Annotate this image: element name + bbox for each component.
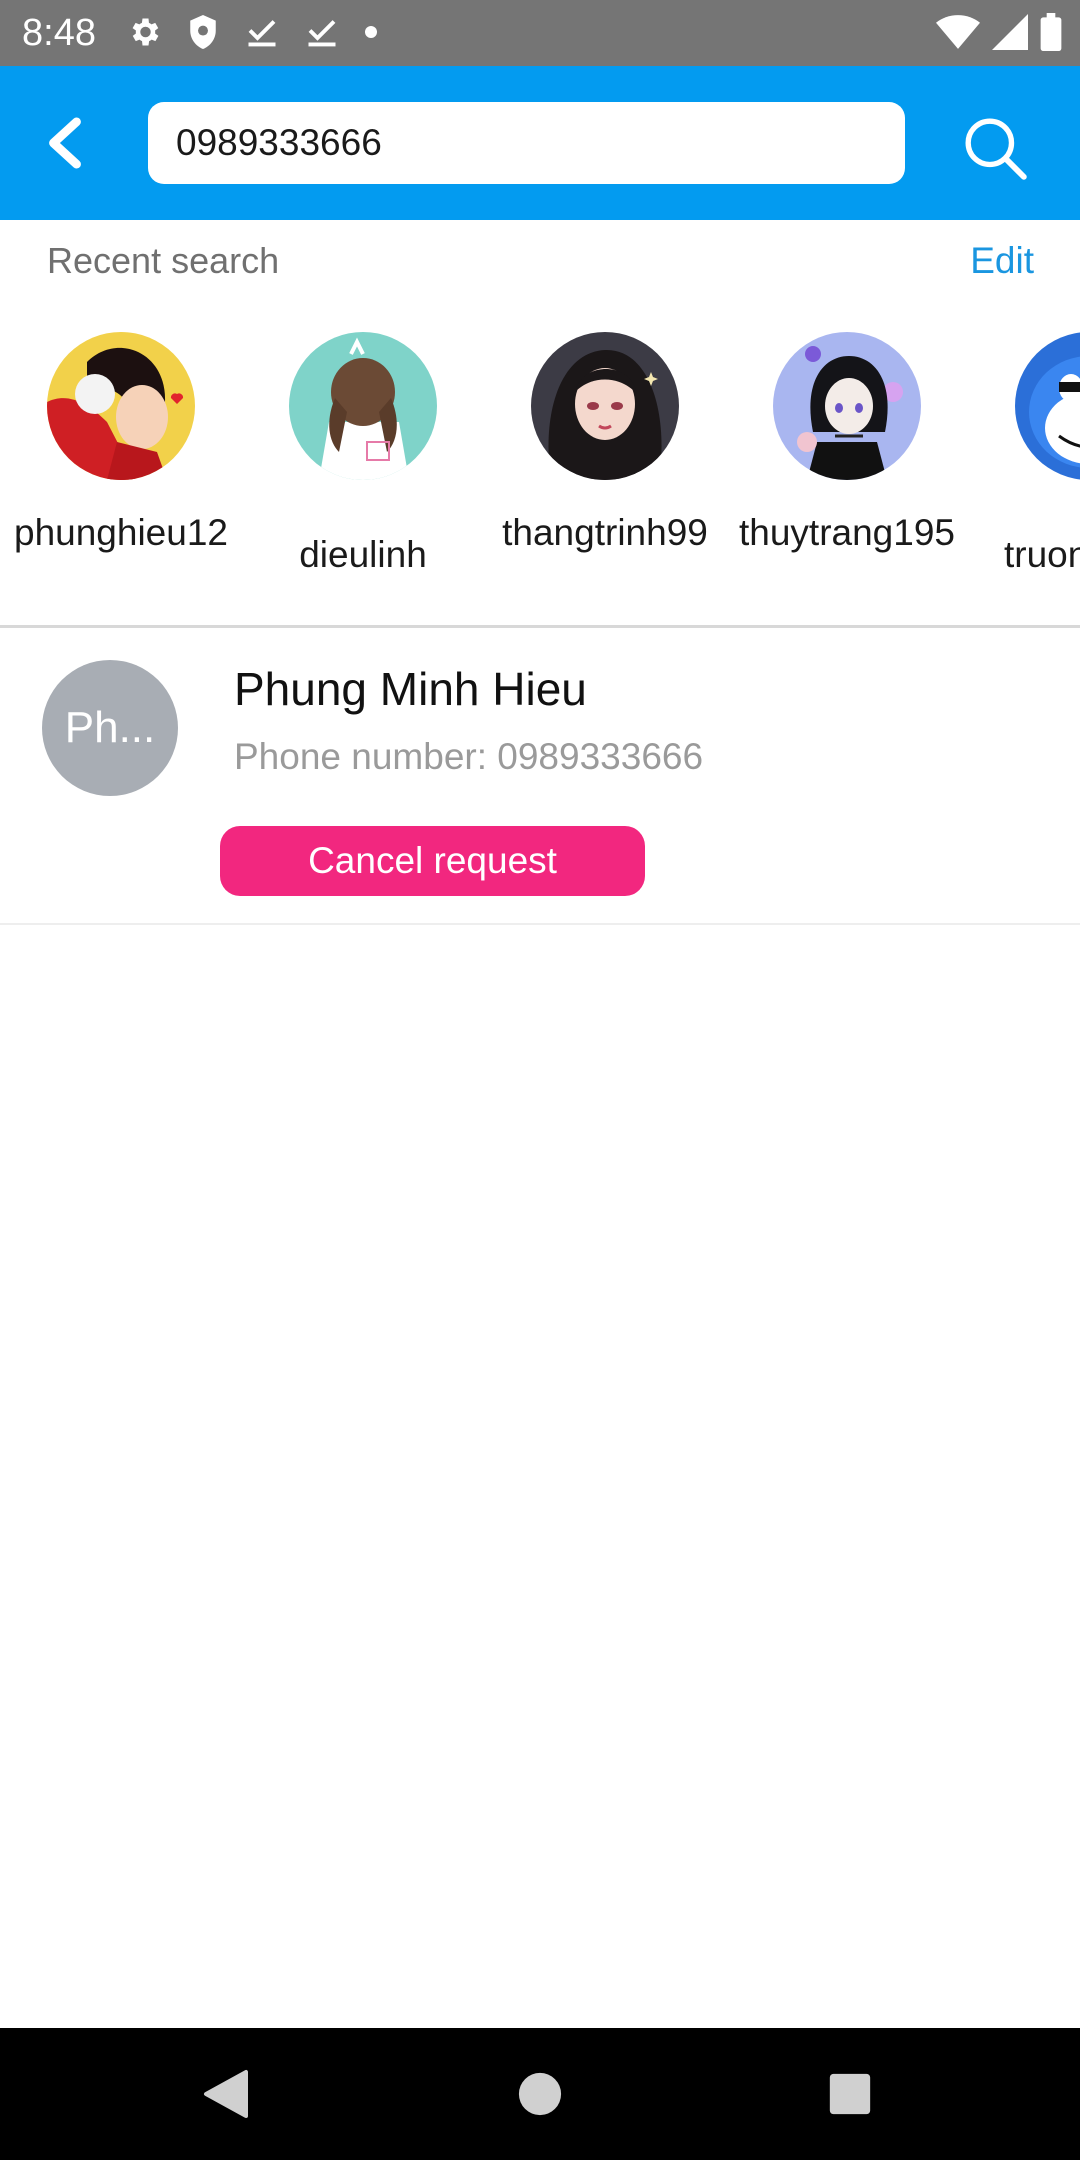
red-hoodie-boy-avatar-icon	[47, 332, 195, 480]
recent-user-name: truon	[1004, 534, 1080, 575]
avatar	[47, 332, 195, 480]
back-triangle-icon	[204, 2070, 248, 2118]
cell-signal-icon	[992, 14, 1028, 55]
recent-user-name: phunghieu12	[14, 512, 228, 553]
wifi-icon	[936, 14, 980, 55]
status-icons-right	[924, 13, 1062, 56]
avatar: Ph...	[42, 660, 178, 796]
status-icons-left	[126, 13, 402, 56]
status-time: 8:48	[22, 12, 96, 54]
system-navigation-bar	[0, 2028, 1080, 2160]
search-icon	[965, 118, 1027, 180]
recent-user-name: thuytrang195	[738, 512, 955, 553]
edit-button[interactable]: Edit	[970, 240, 1034, 282]
search-app-bar	[0, 66, 1080, 220]
result-divider	[0, 923, 1080, 925]
home-circle-icon	[518, 2072, 562, 2116]
search-field[interactable]	[148, 102, 905, 184]
download-done-icon	[244, 14, 280, 55]
shield-icon	[186, 13, 220, 56]
recent-user-item[interactable]: thuytrang195	[732, 332, 962, 556]
avatar	[289, 332, 437, 480]
nav-home-button[interactable]	[508, 2062, 572, 2126]
nav-recents-button[interactable]	[818, 2062, 882, 2126]
cancel-request-button[interactable]: Cancel request	[220, 826, 645, 896]
back-button[interactable]	[30, 108, 100, 178]
recent-user-item[interactable]: truon	[974, 332, 1080, 578]
nav-back-button[interactable]	[194, 2062, 258, 2126]
dot-icon	[364, 25, 378, 44]
search-input[interactable]	[176, 102, 877, 184]
girl-pigtails-avatar-icon	[289, 332, 437, 480]
recent-search-list: phunghieu12 dieulinh thangtrinh99 thuytr…	[0, 320, 1080, 620]
recent-user-item[interactable]: dieulinh	[248, 332, 478, 578]
status-bar: 8:48	[0, 0, 1080, 66]
chevron-left-icon	[49, 117, 81, 169]
recent-user-item[interactable]: thangtrinh99	[490, 332, 720, 556]
blue-robot-cat-avatar-icon	[1015, 332, 1080, 480]
search-button[interactable]	[955, 108, 1035, 188]
dark-hair-girl-avatar-icon	[531, 332, 679, 480]
recent-search-title: Recent search	[47, 240, 280, 281]
recent-user-name: dieulinh	[299, 534, 427, 575]
avatar	[531, 332, 679, 480]
result-phone-number: Phone number: 0989333666	[234, 736, 704, 777]
avatar	[773, 332, 921, 480]
recent-user-item[interactable]: phunghieu12	[6, 332, 236, 556]
result-name: Phung Minh Hieu	[234, 663, 587, 715]
battery-icon	[1040, 13, 1062, 56]
settings-icon	[126, 14, 162, 55]
recent-search-header: Recent search Edit	[0, 220, 1080, 306]
recent-user-name: thangtrinh99	[502, 512, 708, 553]
avatar	[1015, 332, 1080, 480]
search-result-row[interactable]: Ph... Phung Minh Hieu Phone number: 0989…	[0, 628, 1080, 924]
recents-square-icon	[829, 2073, 871, 2115]
download-done-icon	[304, 14, 340, 55]
black-hair-girl-avatar-icon	[773, 332, 921, 480]
